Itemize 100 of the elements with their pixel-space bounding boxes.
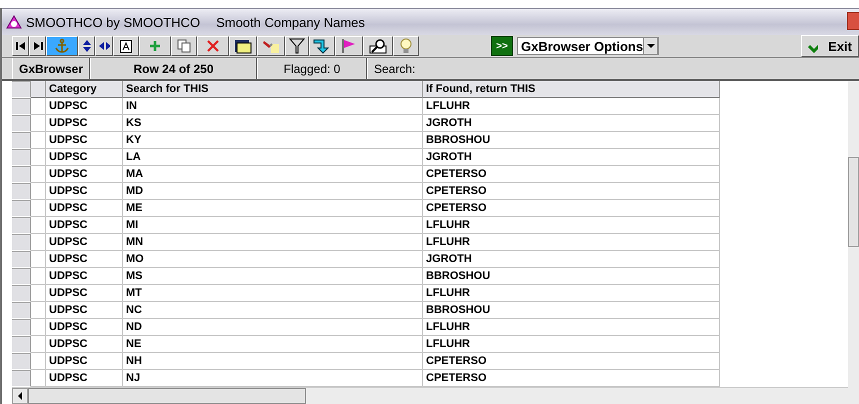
table-cell: MD — [123, 183, 423, 200]
row-selector[interactable] — [12, 98, 31, 115]
table-cell: LFLUHR — [423, 217, 720, 234]
row-selector[interactable] — [12, 353, 31, 370]
options-dropdown[interactable]: GxBrowser Options — [517, 37, 659, 55]
table-cell — [31, 285, 46, 302]
row-selector[interactable] — [12, 268, 31, 285]
flagged-count-label: Flagged: 0 — [257, 58, 367, 79]
row-header-cell — [12, 81, 31, 98]
last-record-icon — [32, 40, 43, 52]
first-tool-button[interactable] — [12, 36, 29, 56]
row-selector[interactable] — [12, 319, 31, 336]
table-cell: KY — [123, 132, 423, 149]
row-selector[interactable] — [12, 149, 31, 166]
column-header[interactable]: Search for THIS — [123, 81, 423, 98]
last-tool-button[interactable] — [29, 36, 46, 56]
anchor-tool-button[interactable] — [46, 36, 78, 56]
table-cell: MT — [123, 285, 423, 302]
table-cell: UDPSC — [46, 98, 123, 115]
table-cell: LFLUHR — [423, 336, 720, 353]
updown-tool-button[interactable] — [78, 36, 95, 56]
table-cell: ND — [123, 319, 423, 336]
copy-icon — [177, 39, 191, 53]
table-cell — [31, 132, 46, 149]
copy-tool-button[interactable] — [171, 36, 197, 56]
exit-button[interactable]: Exit — [801, 35, 859, 57]
row-selector[interactable] — [12, 251, 31, 268]
scrollbar-thumb[interactable] — [848, 157, 859, 247]
table-cell: NH — [123, 353, 423, 370]
table-cell — [31, 302, 46, 319]
row-selector[interactable] — [12, 234, 31, 251]
table-cell: MN — [123, 234, 423, 251]
table-cell: MI — [123, 217, 423, 234]
table-cell — [31, 251, 46, 268]
letter-box-icon — [120, 40, 132, 52]
table-cell: UDPSC — [46, 217, 123, 234]
table-cell: UDPSC — [46, 336, 123, 353]
column-header[interactable]: If Found, return THIS — [423, 81, 720, 98]
flashlight-tool-button[interactable] — [257, 36, 285, 56]
row-selector[interactable] — [12, 166, 31, 183]
row-selector[interactable] — [12, 200, 31, 217]
table-cell — [31, 200, 46, 217]
horizontal-scrollbar[interactable] — [12, 387, 848, 404]
table-cell — [31, 149, 46, 166]
table-cell: CPETERSO — [423, 353, 720, 370]
table-cell: MA — [123, 166, 423, 183]
table-cell: UDPSC — [46, 302, 123, 319]
table-cell: JGROTH — [423, 251, 720, 268]
row-selector[interactable] — [12, 115, 31, 132]
magnifier-icon — [369, 38, 387, 54]
app-logo-icon — [6, 15, 22, 29]
row-selector[interactable] — [12, 336, 31, 353]
table-cell: UDPSC — [46, 149, 123, 166]
filter-tool-button[interactable] — [285, 36, 309, 56]
row-selector[interactable] — [12, 183, 31, 200]
table-cell: UDPSC — [46, 319, 123, 336]
add-tool-button[interactable] — [139, 36, 171, 56]
column-header — [31, 81, 46, 98]
table-cell — [31, 217, 46, 234]
table-cell — [31, 336, 46, 353]
delete-icon — [207, 40, 219, 52]
scrollbar-thumb[interactable] — [28, 388, 306, 404]
left-arrow-icon — [17, 392, 23, 400]
vertical-scrollbar[interactable] — [848, 81, 859, 404]
table-cell — [31, 234, 46, 251]
dropdown-caret-icon — [643, 37, 658, 55]
table-cell: UDPSC — [46, 268, 123, 285]
first-record-icon — [15, 40, 26, 52]
table-cell — [31, 268, 46, 285]
delete-tool-button[interactable] — [197, 36, 229, 56]
table-cell: JGROTH — [423, 115, 720, 132]
find-tool-button[interactable] — [363, 36, 393, 56]
table-cell — [31, 319, 46, 336]
window-title: SMOOTHCO by SMOOTHCO — [26, 14, 200, 30]
row-selector[interactable] — [12, 285, 31, 302]
browser-name-label: GxBrowser — [12, 58, 90, 79]
anchor-icon — [54, 38, 70, 54]
scroll-left-button[interactable] — [12, 388, 28, 404]
flag-tool-button[interactable] — [335, 36, 363, 56]
go-button[interactable]: >> — [491, 36, 513, 56]
light-bulb-icon — [400, 38, 412, 54]
jump-tool-button[interactable] — [309, 36, 335, 56]
row-selector[interactable] — [12, 302, 31, 319]
table-cell: UDPSC — [46, 370, 123, 387]
column-header[interactable]: Category — [46, 81, 123, 98]
close-button[interactable] — [847, 12, 859, 30]
flashlight-icon — [262, 38, 280, 54]
bulb-tool-button[interactable] — [393, 36, 419, 56]
row-selector[interactable] — [12, 132, 31, 149]
up-down-arrows-icon — [82, 39, 92, 53]
window-subtitle: Smooth Company Names — [216, 14, 365, 30]
table-cell: NJ — [123, 370, 423, 387]
leftright-tool-button[interactable] — [95, 36, 113, 56]
textbox-tool-button[interactable] — [113, 36, 139, 56]
table-cell: BBROSHOU — [423, 268, 720, 285]
table-cell: BBROSHOU — [423, 302, 720, 319]
table-cell: UDPSC — [46, 115, 123, 132]
row-selector[interactable] — [12, 217, 31, 234]
table-cell: MS — [123, 268, 423, 285]
folder-tool-button[interactable] — [229, 36, 257, 56]
